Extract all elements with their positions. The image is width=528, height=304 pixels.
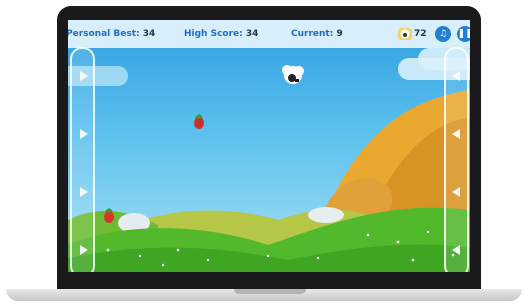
chevron-left-icon[interactable] — [452, 187, 460, 197]
current-score-value: 9 — [336, 29, 343, 39]
game-screen[interactable]: Personal Best: 34 High Score: 34 Current… — [68, 20, 470, 272]
pause-button[interactable]: ❚❚ — [457, 26, 470, 42]
sheep-coin-icon — [398, 28, 412, 40]
chevron-right-icon[interactable] — [80, 129, 88, 139]
chevron-right-icon[interactable] — [80, 245, 88, 255]
sheep-player — [282, 65, 304, 85]
chevron-right-icon[interactable] — [80, 71, 88, 81]
high-score-label: High Score: — [184, 29, 243, 39]
chevron-right-icon[interactable] — [80, 187, 88, 197]
music-note-icon: ♫ — [438, 29, 448, 39]
personal-best-value: 34 — [142, 29, 156, 39]
right-control-strip[interactable] — [444, 47, 469, 272]
music-button[interactable]: ♫ — [435, 26, 451, 42]
personal-best: Personal Best: 34 — [68, 29, 155, 39]
coin-count: 72 — [414, 29, 427, 39]
landscape — [68, 65, 470, 272]
ground-strawberry — [104, 208, 114, 223]
high-score: High Score: 34 — [184, 29, 258, 39]
current-score: Current: 9 — [291, 29, 343, 39]
chevron-left-icon[interactable] — [452, 129, 460, 139]
laptop-notch — [234, 289, 306, 294]
score-bar: Personal Best: 34 High Score: 34 Current… — [68, 20, 470, 48]
pause-icon: ❚❚ — [457, 29, 470, 39]
personal-best-label: Personal Best: — [68, 29, 140, 39]
left-control-strip[interactable] — [70, 47, 95, 272]
strawberry-pickup — [194, 114, 204, 129]
chevron-left-icon[interactable] — [452, 245, 460, 255]
high-score-value: 34 — [245, 29, 259, 39]
current-score-label: Current: — [291, 29, 334, 39]
chevron-left-icon[interactable] — [452, 71, 460, 81]
